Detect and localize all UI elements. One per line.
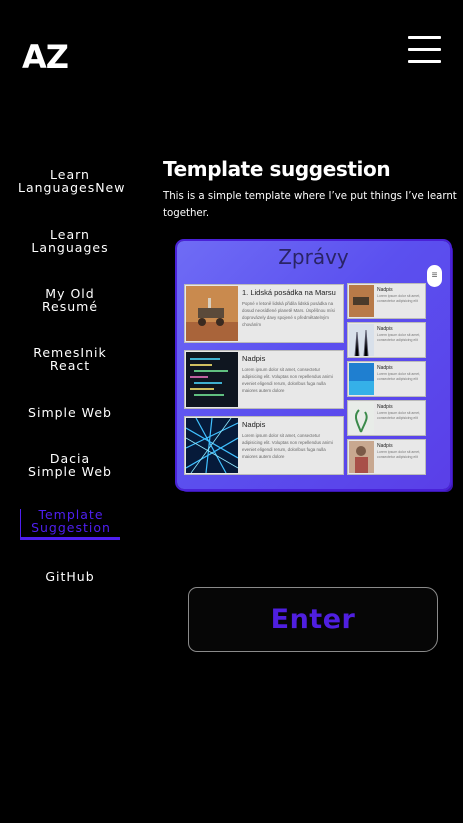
site-logo[interactable]: AZ [22, 38, 69, 76]
nav-item-learn-languages-new[interactable]: Learn LanguagesNew [18, 168, 124, 194]
preview-side-text: Lorem ipsum dolor sit amet, consectetur … [377, 333, 421, 342]
preview-side-text: Lorem ipsum dolor sit amet, consectetur … [377, 294, 421, 303]
preview-news-card: 1. Lidská posádka na Marsu Popné v leton… [184, 284, 344, 343]
preview-side-text: Lorem ipsum dolor sit amet, consectetur … [377, 411, 421, 420]
preview-news-text: Lorem ipsum dolor sit amet, consectetur … [242, 433, 333, 459]
preview-news-card: Nadpis Lorem ipsum dolor sit amet, conse… [184, 416, 344, 475]
preview-side-title: Nadpis [377, 365, 393, 371]
person-image [349, 441, 374, 473]
preview-side-card: Nadpis Lorem ipsum dolor sit amet, conse… [347, 283, 426, 319]
nav-item-my-old-resume[interactable]: My Old Resumé [18, 287, 122, 313]
preview-menu-icon: ≡ [427, 265, 442, 287]
nav-item-template-suggestion[interactable]: Template Suggestion [20, 508, 121, 540]
mars-rover-image [186, 286, 238, 341]
preview-side-text: Lorem ipsum dolor sit amet, consectetur … [377, 450, 421, 459]
nav-item-github[interactable]: GitHub [18, 570, 122, 584]
hamburger-menu-icon[interactable] [408, 35, 441, 65]
preview-side-card: Nadpis Lorem ipsum dolor sit amet, conse… [347, 322, 426, 358]
preview-side-title: Nadpis [377, 404, 393, 410]
nav-item-dacia-simple-web[interactable]: Dacia Simple Web [18, 452, 122, 478]
plant-image [349, 402, 374, 434]
preview-news-title: Nadpis [242, 420, 266, 429]
page-description: This is a simple template where I’ve put… [163, 191, 457, 219]
preview-side-card: Nadpis Lorem ipsum dolor sit amet, conse… [347, 400, 426, 436]
preview-news-title: Nadpis [242, 354, 266, 363]
winter-trees-image [349, 324, 374, 356]
network-lines-image [186, 418, 238, 473]
preview-side-text: Lorem ipsum dolor sit amet, consectetur … [377, 372, 421, 381]
nav-item-simple-web[interactable]: Simple Web [18, 406, 122, 420]
preview-side-title: Nadpis [377, 443, 393, 449]
code-screen-image [186, 352, 238, 407]
preview-news-text: Lorem ipsum dolor sit amet, consectetur … [242, 367, 333, 393]
nav-item-remesinik-react[interactable]: RemesInik React [18, 346, 122, 372]
preview-heading: Zprávy [278, 245, 349, 269]
preview-side-card: Nadpis Lorem ipsum dolor sit amet, conse… [347, 361, 426, 397]
page-title: Template suggestion [163, 157, 391, 181]
preview-side-title: Nadpis [377, 326, 393, 332]
preview-news-text: Popné v letoně lidská přidila lidská pos… [242, 301, 335, 327]
blue-water-image [349, 363, 374, 395]
template-preview-image: Zprávy ≡ 1. Lidská posádka na Marsu Popn… [177, 241, 450, 489]
preview-side-card: Nadpis Lorem ipsum dolor sit amet, conse… [347, 439, 426, 475]
preview-news-card: Nadpis Lorem ipsum dolor sit amet, conse… [184, 350, 344, 409]
enter-button-label: Enter [270, 604, 356, 635]
preview-side-title: Nadpis [377, 287, 393, 293]
enter-button[interactable]: Enter [188, 587, 438, 652]
preview-news-title: 1. Lidská posádka na Marsu [242, 288, 336, 297]
nav-item-learn-languages[interactable]: Learn Languages [18, 228, 122, 254]
rover-thumbnail-image [349, 285, 374, 317]
